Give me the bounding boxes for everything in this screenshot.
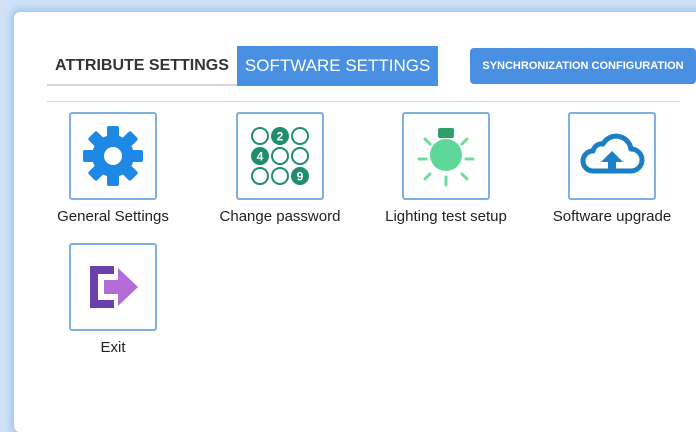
light-bulb-icon bbox=[417, 128, 475, 187]
svg-text:4: 4 bbox=[257, 150, 264, 164]
exit-icon-frame bbox=[69, 243, 157, 331]
lighting-test-setup-icon-frame bbox=[402, 112, 490, 200]
exit-icon bbox=[90, 266, 138, 308]
software-upgrade-icon-frame bbox=[568, 112, 656, 200]
cloud-upload-icon bbox=[580, 133, 645, 174]
tab-software-settings[interactable]: SOFTWARE SETTINGS bbox=[236, 46, 439, 86]
synchronization-configuration-button[interactable]: SYNCHRONIZATION CONFIGURATION bbox=[470, 48, 696, 84]
change-password-tile[interactable]: 2 4 9 Change password bbox=[205, 112, 355, 225]
gear-icon bbox=[83, 126, 143, 186]
lighting-test-setup-label: Lighting test setup bbox=[385, 208, 507, 225]
exit-label: Exit bbox=[100, 339, 126, 356]
keypad-icon: 2 4 9 bbox=[251, 127, 309, 185]
software-upgrade-label: Software upgrade bbox=[552, 208, 672, 225]
svg-text:2: 2 bbox=[277, 130, 284, 144]
general-settings-tile[interactable]: General Settings bbox=[38, 112, 188, 225]
change-password-icon-frame: 2 4 9 bbox=[236, 112, 324, 200]
svg-text:9: 9 bbox=[297, 170, 304, 184]
divider bbox=[47, 101, 680, 102]
general-settings-label: General Settings bbox=[57, 208, 169, 225]
exit-tile[interactable]: Exit bbox=[38, 243, 188, 356]
general-settings-icon-frame bbox=[69, 112, 157, 200]
tab-bar: ATTRIBUTE SETTINGS SOFTWARE SETTINGS bbox=[47, 46, 439, 86]
lighting-test-setup-tile[interactable]: Lighting test setup bbox=[371, 112, 521, 225]
software-upgrade-tile[interactable]: Software upgrade bbox=[537, 112, 687, 225]
tab-attribute-settings[interactable]: ATTRIBUTE SETTINGS bbox=[47, 46, 237, 86]
change-password-label: Change password bbox=[219, 208, 341, 225]
